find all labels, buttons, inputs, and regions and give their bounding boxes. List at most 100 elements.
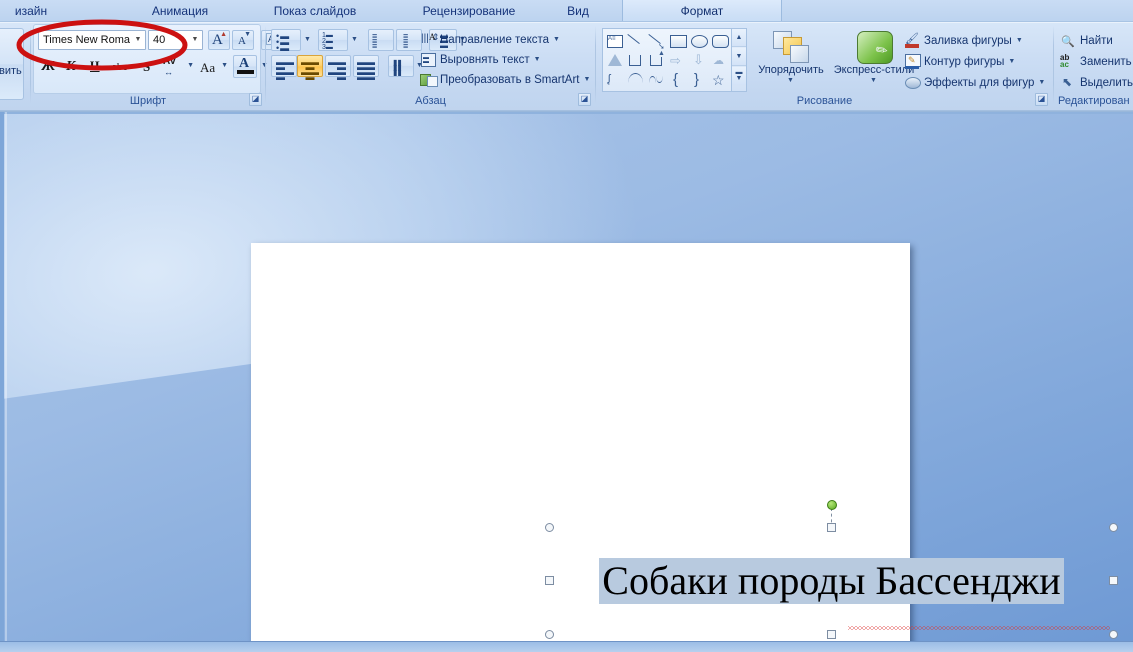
decrease-indent-button[interactable]: ≡ ≡ ≡ <box>368 29 394 51</box>
tab-slideshow[interactable]: Показ слайдов <box>250 0 380 22</box>
paste-button[interactable]: вить <box>0 28 24 100</box>
align-justify-button[interactable]: ▬▬ ▬▬ ▬▬ ▬▬ <box>353 55 379 82</box>
bullets-dropdown[interactable]: ▼ <box>301 29 315 51</box>
group-separator-2 <box>265 26 266 104</box>
font-size-dropdown-arrow[interactable]: ▼ <box>188 31 202 49</box>
shapes-gallery-scroll-down[interactable]: ▼ <box>732 48 746 66</box>
find-button[interactable]: 🔍 Найти <box>1060 31 1113 50</box>
change-case-button[interactable]: Aa ▼ <box>197 56 229 78</box>
align-center-button[interactable]: ▬▬ ▬ ▬▬ ▬ <box>297 55 323 82</box>
shape-oval-icon[interactable] <box>689 31 709 50</box>
grow-font-caret-icon: ▲ <box>220 31 227 38</box>
character-spacing-arrows-icon: ↔ <box>164 67 173 77</box>
columns-icon: ▮▮ ▮▮ ▮▮ <box>393 58 402 77</box>
shape-star-icon[interactable]: ☆ <box>710 71 730 90</box>
group-separator-1 <box>30 26 31 104</box>
convert-smartart-arrow-icon: ▼ <box>583 76 591 83</box>
text-direction-button[interactable]: ||| A Направление текста ▼ <box>420 30 560 49</box>
columns-button[interactable]: ▮▮ ▮▮ ▮▮ <box>388 55 414 77</box>
tab-design[interactable]: изайн <box>0 0 76 22</box>
tab-review[interactable]: Рецензирование <box>396 0 542 22</box>
align-text-button[interactable]: ▬ ▬ Выровнять текст ▼ <box>420 50 541 69</box>
paragraph-dialog-launcher[interactable]: ◪ <box>578 93 591 106</box>
shapes-gallery-scroll-up[interactable]: ▲ <box>732 29 746 47</box>
shrink-font-button[interactable]: A ▼ <box>232 30 254 50</box>
strikethrough-button[interactable]: abc <box>109 56 135 78</box>
shape-outline-button[interactable]: ✎ Контур фигуры ▼ <box>904 52 1015 71</box>
shape-right-brace-icon[interactable]: } <box>689 71 709 90</box>
shape-freeform-icon[interactable] <box>647 71 667 90</box>
font-name-dropdown-arrow[interactable]: ▼ <box>131 31 145 49</box>
drawing-dialog-launcher[interactable]: ◪ <box>1035 93 1048 106</box>
shape-arrow-icon[interactable]: ➘ <box>640 31 667 55</box>
shape-scribble-icon[interactable]: ᶘ <box>605 71 625 90</box>
shape-effects-label: Эффекты для фигур <box>924 76 1035 89</box>
shape-right-arrow-icon[interactable]: ⇨ <box>668 51 688 70</box>
shape-rounded-rectangle-icon[interactable] <box>710 31 730 50</box>
numbering-dropdown[interactable]: ▼ <box>348 29 362 51</box>
shape-fill-button[interactable]: 🖌 Заливка фигуры ▼ <box>904 31 1023 50</box>
numbering-button[interactable]: 1▬ 2▬ 3▬ <box>318 29 348 51</box>
tab-view[interactable]: Вид <box>546 0 610 22</box>
character-spacing-button[interactable]: AV ↔ ▼ <box>161 56 195 78</box>
shape-effects-button[interactable]: Эффекты для фигур ▼ <box>904 73 1045 92</box>
title-text-container[interactable]: Собаки породы Бассенджи <box>550 528 1113 634</box>
shape-outline-label: Контур фигуры <box>924 55 1005 68</box>
group-editing: 🔍 Найти ab ac Заменить ⬉ Выделить Редакт… <box>1056 24 1133 108</box>
title-placeholder[interactable]: Собаки породы Бассенджи <box>545 500 1118 639</box>
arrange-button[interactable]: Упорядочить ▼ <box>754 28 828 90</box>
shape-left-brace-icon[interactable]: { <box>668 71 688 90</box>
ribbon: изайн Анимация Показ слайдов Рецензирова… <box>0 0 1133 112</box>
align-right-button[interactable]: ▬▬ ▬ ▬▬ ▬ <box>325 55 351 82</box>
quick-styles-arrow-icon: ▼ <box>870 77 877 84</box>
shapes-gallery-more-button[interactable]: ▬ ▼ <box>732 67 746 85</box>
font-dialog-launcher[interactable]: ◪ <box>249 93 262 106</box>
text-direction-arrow-icon: ▼ <box>553 36 560 43</box>
increase-indent-button[interactable]: ≡ ≡ ≡ <box>396 29 422 51</box>
align-left-button[interactable]: ▬▬ ▬ ▬▬ ▬ <box>271 55 297 82</box>
shape-elbow-connector-icon[interactable] <box>626 51 646 70</box>
select-button[interactable]: ⬉ Выделить <box>1060 73 1133 92</box>
shapes-gallery-scrollbar[interactable]: ▲ ▼ ▬ ▼ <box>731 29 746 91</box>
font-name-value: Times New Roma <box>43 34 130 46</box>
arrange-arrow-icon: ▼ <box>787 77 794 84</box>
grow-font-button[interactable]: A ▲ <box>208 30 230 50</box>
shape-outline-arrow-icon: ▼ <box>1008 58 1016 65</box>
slide-canvas[interactable]: Собаки породы Бассенджи 00003 <box>251 243 1118 652</box>
text-direction-icon: ||| A <box>421 32 436 44</box>
shape-triangle-icon[interactable] <box>605 51 625 70</box>
group-paragraph: •▬ •▬ •▬ ▼ 1▬ 2▬ 3▬ ▼ ≡ ≡ ≡ ≡ ≡ ≡ ⇕ ▬ ▬ ▬ ▼ ▬▬ ▬ ▬▬ ▬… <box>268 24 593 108</box>
group-drawing: A≡ ➘ ▲ ⇨ ⇩ ☁ ᶘ {} ☆ ▲ ▼ ▬ ▼ Упорядочить… <box>598 24 1051 108</box>
change-case-arrow[interactable]: ▼ <box>221 62 228 69</box>
character-spacing-arrow[interactable]: ▼ <box>187 62 194 69</box>
arrange-icon-front <box>790 45 809 63</box>
workspace-bottom-strip <box>0 641 1133 652</box>
title-text[interactable]: Собаки породы Бассенджи <box>599 557 1064 605</box>
font-color-button[interactable]: A <box>233 55 257 78</box>
shape-down-arrow-icon[interactable]: ⇩ <box>689 51 709 70</box>
text-shadow-button[interactable]: S <box>137 56 159 78</box>
font-size-combo[interactable]: 40 ▼ <box>148 30 203 50</box>
bullets-button[interactable]: •▬ •▬ •▬ <box>271 29 301 53</box>
align-left-icon: ▬▬ ▬ ▬▬ ▬ <box>276 57 294 82</box>
tab-animations[interactable]: Анимация <box>128 0 232 22</box>
shapes-gallery[interactable]: A≡ ➘ ▲ ⇨ ⇩ ☁ ᶘ {} ☆ ▲ ▼ ▬ ▼ <box>602 28 747 92</box>
font-name-combo[interactable]: Times New Roma ▼ <box>38 30 146 50</box>
replace-button[interactable]: ab ac Заменить <box>1060 52 1132 71</box>
ribbon-tab-strip: изайн Анимация Показ слайдов Рецензирова… <box>0 0 1133 22</box>
shape-elbow-arrow-icon[interactable]: ▲ <box>647 50 667 70</box>
shape-curve-icon[interactable] <box>626 71 646 90</box>
italic-button[interactable]: К <box>61 56 83 78</box>
convert-smartart-button[interactable]: Преобразовать в SmartArt ▼ <box>420 70 590 89</box>
tab-format[interactable]: Формат <box>622 0 782 22</box>
bold-button[interactable]: Ж <box>37 56 59 78</box>
text-shadow-icon: S <box>143 59 151 74</box>
binoculars-icon: 🔍 <box>1061 36 1075 48</box>
shape-cloud-icon[interactable]: ☁ <box>710 51 730 70</box>
rotation-handle[interactable] <box>826 500 837 510</box>
underline-button[interactable]: Ч <box>85 56 107 78</box>
align-justify-icon: ▬▬ ▬▬ ▬▬ ▬▬ <box>357 57 375 82</box>
workspace-top-border <box>0 112 1133 114</box>
align-text-arrow-icon: ▼ <box>533 56 541 63</box>
shape-rectangle-icon[interactable] <box>668 31 688 50</box>
